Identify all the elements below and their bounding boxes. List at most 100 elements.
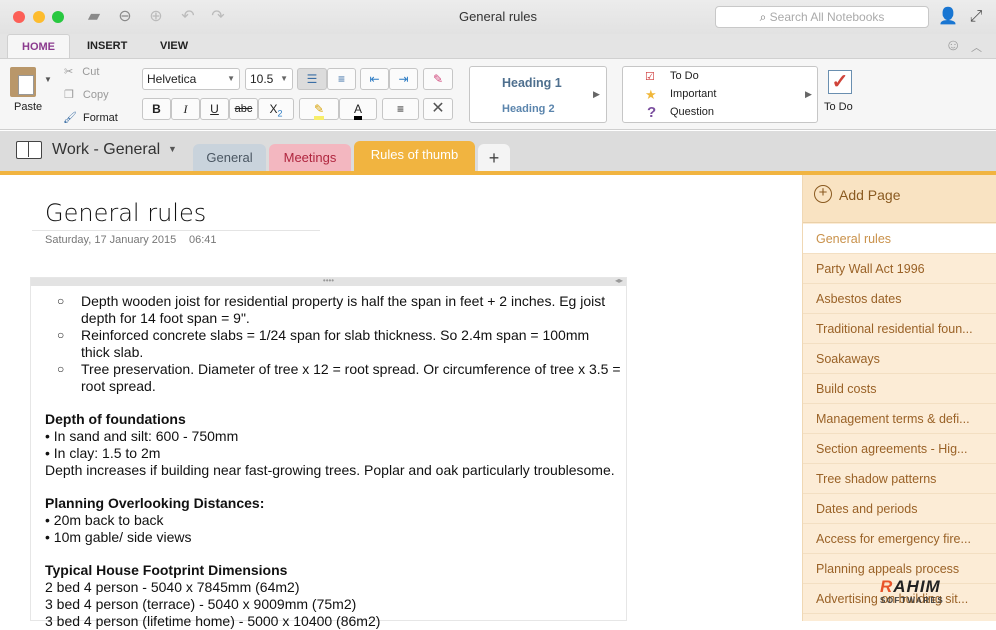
minimize-window-button[interactable] [33,11,45,23]
note-drag-handle[interactable]: •••• ◂▸ [31,277,626,286]
page-item[interactable]: Access for emergency fire... [803,524,996,554]
highlight-button[interactable]: ✎ [299,98,339,120]
add-section-button[interactable]: + [478,144,510,172]
subscript-button[interactable]: X2 [258,98,294,120]
section-depth-of-foundations: Depth of foundations • In sand and silt:… [31,411,626,479]
share-user-icon[interactable]: 👤 [938,8,958,26]
tab-view[interactable]: VIEW [146,34,202,58]
underline-button[interactable]: U [200,98,229,120]
copy-label: Copy [82,89,109,101]
page-item[interactable]: General rules [803,224,996,254]
todo-checkbox-icon: ☑ [645,71,655,83]
styles-gallery[interactable]: Heading 1 Heading 2 ▶ [469,66,607,123]
format-painter-button[interactable]: 🖌 Format [63,111,118,124]
font-color-button[interactable]: A [339,98,377,120]
styles-more-icon[interactable]: ▶ [593,89,600,100]
notebook-dropdown-icon[interactable]: ▼ [168,144,177,154]
tag-question[interactable]: Question [670,106,714,118]
tags-more-icon[interactable]: ▶ [805,89,812,100]
bullet-line: root spread. [81,378,156,394]
copy-button[interactable]: ❐ Copy [64,88,109,101]
redo-icon[interactable]: ↷ [208,8,228,26]
font-family-select[interactable]: Helvetica ▼ [142,68,240,90]
tab-insert[interactable]: INSERT [73,34,141,58]
delete-button[interactable]: ✕ [423,98,453,120]
paste-button[interactable]: Paste [14,101,42,113]
page-item[interactable]: Section agreements - Hig... [803,434,996,464]
page-item[interactable]: Dates and periods [803,494,996,524]
page-time: 06:41 [189,234,217,246]
page-item[interactable]: Asbestos dates [803,284,996,314]
back-icon[interactable]: ⊖ [115,8,135,26]
italic-button[interactable]: I [171,98,200,120]
section-tab-general[interactable]: General [193,144,266,172]
bullet-line: Tree preservation. Diameter of tree x 12… [81,361,621,377]
star-icon: ★ [645,87,657,102]
title-divider [32,230,320,231]
undo-icon[interactable]: ↶ [178,8,198,26]
collapse-ribbon-icon[interactable]: ︿ [971,39,982,55]
open-folder-icon[interactable]: ▰ [84,8,104,26]
cut-button[interactable]: ✂ Cut [64,65,99,78]
page-item[interactable]: Soakaways [803,344,996,374]
paste-icon[interactable] [10,67,36,97]
paintbrush-icon: 🖌 [63,112,77,124]
close-window-button[interactable] [13,11,25,23]
section-tab-rules-of-thumb[interactable]: Rules of thumb [354,141,475,172]
style-heading-1[interactable]: Heading 1 [502,76,562,90]
section-heading: Planning Overlooking Distances: [45,495,265,511]
tab-home[interactable]: HOME [7,34,70,58]
numbering-button[interactable]: ≡ [327,68,356,90]
resize-handle-icon[interactable]: ◂▸ [615,277,623,285]
decrease-indent-button[interactable]: ⇤ [360,68,389,90]
increase-indent-button[interactable]: ⇥ [389,68,418,90]
list-item: ○ Tree preservation. Diameter of tree x 1… [31,361,626,395]
bullet-icon: ○ [57,362,65,376]
format-label: Format [82,112,118,124]
cut-label: Cut [82,66,100,78]
tag-todo[interactable]: To Do [670,70,699,82]
tag-important[interactable]: Important [670,88,716,100]
clear-formatting-button[interactable]: ✎ [423,68,453,90]
notebook-icon[interactable] [16,141,42,159]
text-line: 3 bed 4 person (lifetime home) - 5000 x … [45,613,381,629]
todo-tag-icon[interactable]: ✓ [828,70,852,94]
plus-circle-icon: + [814,185,832,203]
text-line: Depth increases if building near fast-gr… [45,462,615,478]
bullet-icon: ○ [57,328,65,342]
tags-gallery[interactable]: ☑ To Do ★ Important ? Question ▶ [622,66,818,123]
note-container[interactable]: •••• ◂▸ ○ Depth wooden joist for residenti… [30,277,627,629]
feedback-smiley-icon[interactable]: ☺ [945,37,961,55]
watermark-logo: RAHIM SOFTWARES [880,577,945,606]
text-line: • 20m back to back [45,512,164,528]
page-item[interactable]: Tree shadow patterns [803,464,996,494]
section-heading: Depth of foundations [45,411,186,427]
bullets-button[interactable]: ☰ [297,68,327,90]
text-line: • In sand and silt: 600 - 750mm [45,428,239,444]
strikethrough-button[interactable]: abc [229,98,258,120]
align-button[interactable]: ≡ [382,98,419,120]
bold-button[interactable]: B [142,98,171,120]
zoom-window-button[interactable] [52,11,64,23]
page-list-sidebar: + Add Page General rules Party Wall Act 19… [802,175,996,621]
page-item[interactable]: Management terms & defi... [803,404,996,434]
search-input[interactable]: ⌕ Search All Notebooks [715,6,929,28]
page-item[interactable]: Build costs [803,374,996,404]
page-title[interactable]: General rules [45,199,206,227]
font-size-select[interactable]: 10.5 ▼ [245,68,293,90]
text-line: 2 bed 4 person - 5040 x 7845mm (64m2) [45,579,300,595]
page-item[interactable]: Traditional residential foun... [803,314,996,344]
search-placeholder: Search All Notebooks [769,10,885,24]
todo-tag-button[interactable]: To Do [824,101,853,113]
paste-dropdown-icon[interactable]: ▼ [44,75,52,84]
notebook-name[interactable]: Work - General [52,141,160,159]
fullscreen-icon[interactable]: ⤢ [966,8,986,26]
page-item[interactable]: Party Wall Act 1996 [803,254,996,284]
style-heading-2[interactable]: Heading 2 [502,103,555,115]
bullet-line: depth for 14 foot span = 9". [81,310,250,326]
section-tab-meetings[interactable]: Meetings [269,144,351,172]
forward-icon[interactable]: ⊕ [146,8,166,26]
copy-icon: ❐ [64,89,77,101]
text-line: 3 bed 4 person (terrace) - 5040 x 9009mm… [45,596,357,612]
add-page-button[interactable]: + Add Page [803,175,996,223]
